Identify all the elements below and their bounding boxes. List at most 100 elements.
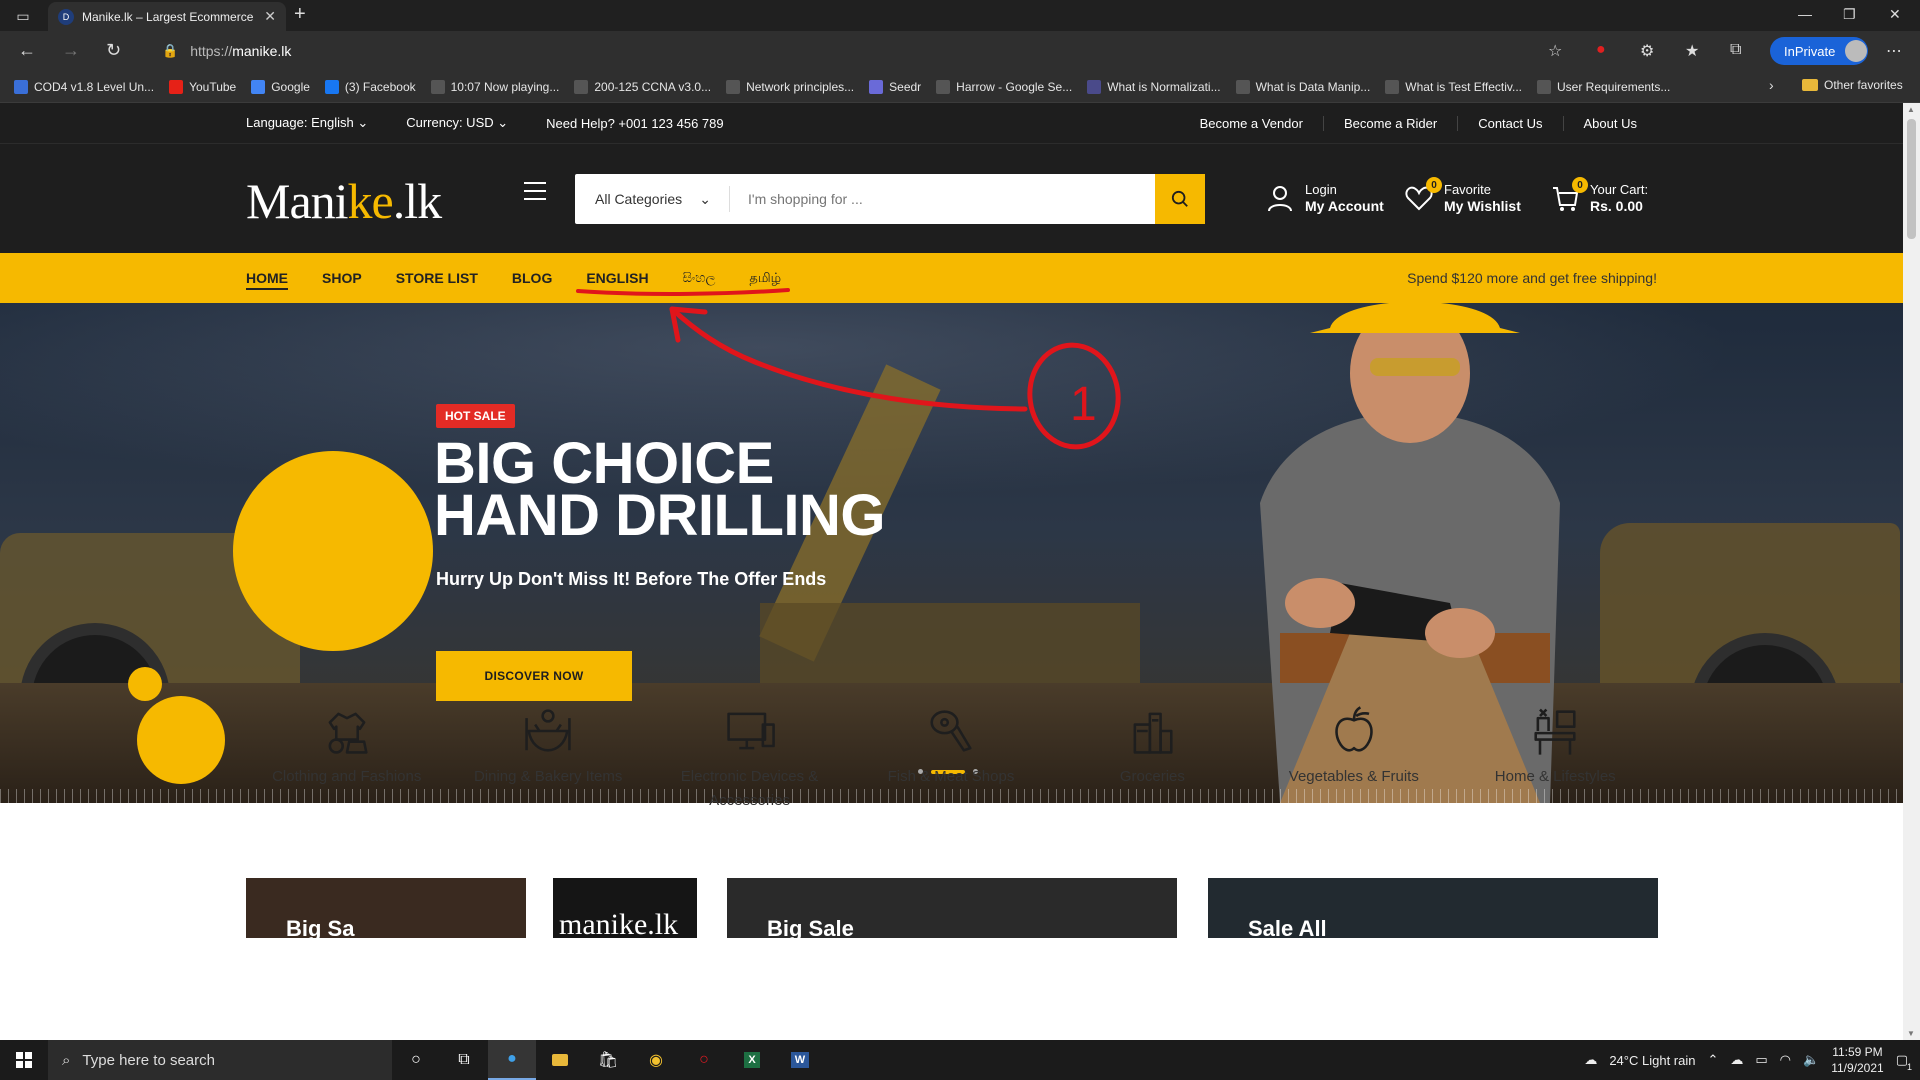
- bookmark-item[interactable]: Network principles...: [726, 79, 854, 94]
- category-item[interactable]: Dining & Bakery Items: [447, 703, 648, 813]
- chevron-up-icon[interactable]: ⌃: [1707, 1052, 1718, 1068]
- opera-icon[interactable]: ○: [680, 1040, 728, 1080]
- more-bookmarks-icon[interactable]: ›: [1769, 77, 1774, 93]
- bookmark-item[interactable]: Harrow - Google Se...: [936, 79, 1072, 94]
- discover-now-button[interactable]: DISCOVER NOW: [436, 651, 632, 701]
- bookmark-item[interactable]: User Requirements...: [1537, 79, 1670, 94]
- bookmark-item[interactable]: What is Test Effectiv...: [1385, 79, 1522, 94]
- nav-item[interactable]: BLOG: [512, 270, 552, 286]
- nav-item[interactable]: SHOP: [322, 270, 362, 286]
- wifi-icon[interactable]: ◠: [1780, 1052, 1791, 1068]
- top-link[interactable]: Become a Vendor: [1180, 116, 1323, 131]
- taskbar-search[interactable]: ⌕ Type here to search: [48, 1040, 392, 1080]
- search-button[interactable]: [1155, 174, 1205, 224]
- weather-text[interactable]: 24°C Light rain: [1609, 1053, 1695, 1068]
- currency-selector[interactable]: Currency: USD ⌄: [406, 115, 508, 131]
- account-link[interactable]: Login My Account: [1265, 182, 1384, 214]
- category-select[interactable]: All Categories ⌄: [575, 186, 730, 212]
- category-item[interactable]: Home & Lifestyles: [1455, 703, 1656, 813]
- bookmark-icon: [430, 79, 445, 94]
- extensions-icon[interactable]: ⚙: [1640, 41, 1654, 61]
- cart-link[interactable]: 0 Your Cart: Rs. 0.00: [1550, 177, 1648, 214]
- nav-item[interactable]: STORE LIST: [396, 270, 478, 286]
- bookmark-icon: [869, 79, 884, 94]
- category-item[interactable]: Electronic Devices & Accessories: [649, 703, 850, 813]
- help-phone: Need Help? +001 123 456 789: [546, 115, 724, 131]
- search-input[interactable]: [730, 191, 1155, 207]
- refresh-icon[interactable]: ↻: [106, 40, 121, 61]
- volume-icon[interactable]: 🔈: [1803, 1052, 1819, 1068]
- excel-icon[interactable]: X: [728, 1040, 776, 1080]
- scrollbar-thumb[interactable]: [1907, 119, 1916, 239]
- bookmark-item[interactable]: What is Normalizati...: [1087, 79, 1221, 94]
- close-window-icon[interactable]: ✕: [1889, 6, 1901, 23]
- more-menu-icon[interactable]: ⋯: [1886, 41, 1902, 61]
- bookmarks-bar: COD4 v1.8 Level Un... YouTube Google (3) Fa…: [0, 71, 1920, 103]
- promo-banner[interactable]: Big Sale: [727, 878, 1177, 938]
- top-link[interactable]: Contact Us: [1457, 115, 1562, 131]
- wishlist-label: My Wishlist: [1444, 198, 1521, 214]
- cart-total: Rs. 0.00: [1590, 198, 1643, 214]
- bookmark-item[interactable]: Google: [251, 79, 310, 94]
- store-icon[interactable]: 🛍: [584, 1040, 632, 1080]
- notification-icon[interactable]: ▢ 1: [1896, 1052, 1912, 1072]
- battery-icon[interactable]: ▭: [1755, 1052, 1767, 1068]
- page-scrollbar[interactable]: ▲ ▼: [1903, 103, 1920, 1040]
- nav-item[interactable]: ENGLISH: [586, 270, 648, 286]
- collections-icon[interactable]: ⧉: [1730, 41, 1741, 59]
- close-tab-icon[interactable]: ✕: [264, 8, 276, 25]
- bookmark-item[interactable]: (3) Facebook: [324, 79, 416, 94]
- bookmark-item[interactable]: 10:07 Now playing...: [430, 79, 559, 94]
- chrome-icon[interactable]: ◉: [632, 1040, 680, 1080]
- tab-actions-icon[interactable]: ▭: [10, 5, 36, 27]
- category-icon: [525, 709, 571, 752]
- category-item[interactable]: Fish & Meat Shops: [850, 703, 1051, 813]
- bookmark-item[interactable]: YouTube: [169, 79, 236, 94]
- windows-start-icon[interactable]: [0, 1040, 48, 1080]
- url-field[interactable]: 🔒 https://manike.lk: [150, 36, 1580, 66]
- language-selector[interactable]: Language: English ⌄: [246, 115, 368, 131]
- task-view-icon[interactable]: ⧉: [440, 1040, 488, 1080]
- word-icon[interactable]: W: [776, 1040, 824, 1080]
- category-label: Electronic Devices & Accessories: [680, 768, 819, 809]
- restore-icon[interactable]: ❐: [1843, 6, 1856, 23]
- extension-opera-icon[interactable]: ●: [1596, 41, 1606, 59]
- favorites-icon[interactable]: ★: [1685, 41, 1699, 61]
- bookmark-item[interactable]: What is Data Manip...: [1235, 79, 1370, 94]
- category-item[interactable]: Clothing and Fashions: [246, 703, 447, 813]
- nav-item[interactable]: HOME: [246, 270, 288, 290]
- bookmark-item[interactable]: COD4 v1.8 Level Un...: [14, 79, 154, 94]
- inprivate-button[interactable]: InPrivate: [1770, 37, 1868, 65]
- category-item[interactable]: Vegetables & Fruits: [1253, 703, 1454, 813]
- promo-banner[interactable]: manike.lk: [553, 878, 697, 938]
- promo-banners: Big Sa manike.lk Big Sale Sale All: [246, 878, 1658, 938]
- new-tab-icon[interactable]: +: [294, 3, 306, 26]
- edge-icon[interactable]: ●: [488, 1040, 536, 1080]
- hero-title: BIG CHOICE HAND DRILLING: [434, 431, 886, 548]
- minimize-icon[interactable]: —: [1798, 6, 1812, 22]
- bookmark-item[interactable]: Seedr: [869, 79, 921, 94]
- site-header: Manike.lk All Categories⌄ LoginMy Accoun…: [0, 143, 1903, 253]
- top-link[interactable]: Become a Rider: [1322, 115, 1457, 131]
- add-favorite-icon[interactable]: ☆: [1548, 41, 1562, 61]
- category-item[interactable]: Groceries: [1052, 703, 1253, 813]
- clock[interactable]: 11:59 PM 11/9/2021: [1831, 1044, 1884, 1076]
- forward-icon[interactable]: →: [62, 40, 80, 61]
- top-link[interactable]: About Us: [1562, 115, 1657, 131]
- bookmark-item[interactable]: 200-125 CCNA v3.0...: [574, 79, 711, 94]
- browser-tab[interactable]: D Manike.lk – Largest Ecommerce ✕: [48, 2, 286, 31]
- promo-banner[interactable]: Sale All: [1208, 878, 1658, 938]
- nav-item[interactable]: සිංහල: [683, 270, 716, 286]
- other-favorites[interactable]: Other favorites: [1802, 78, 1903, 92]
- cortana-icon[interactable]: ○: [392, 1040, 440, 1080]
- bookmark-icon: [169, 79, 184, 94]
- back-icon[interactable]: ←: [18, 40, 36, 61]
- onedrive-icon[interactable]: ☁: [1730, 1052, 1743, 1068]
- user-icon: [1265, 183, 1295, 213]
- promo-banner[interactable]: Big Sa: [246, 878, 526, 938]
- hamburger-menu-icon[interactable]: [524, 182, 546, 206]
- file-explorer-icon[interactable]: [536, 1040, 584, 1080]
- nav-item[interactable]: தமிழ்: [749, 270, 781, 287]
- wishlist-link[interactable]: 0 Favorite My Wishlist: [1404, 177, 1521, 214]
- site-logo[interactable]: Manike.lk: [246, 172, 442, 230]
